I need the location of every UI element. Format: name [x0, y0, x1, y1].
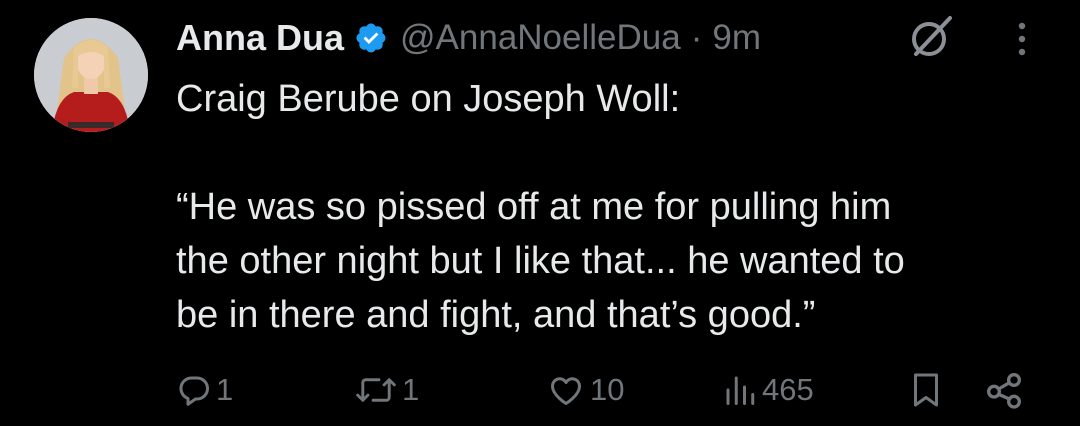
views-icon [722, 372, 758, 408]
timestamp[interactable]: 9m [712, 18, 761, 58]
repost-count: 1 [402, 372, 420, 407]
author-handle[interactable]: @AnnaNoelleDua [400, 18, 681, 58]
view-count: 465 [762, 372, 814, 407]
views-button[interactable]: 465 [722, 366, 814, 414]
separator-dot: · [690, 18, 703, 57]
reply-button[interactable]: 1 [176, 366, 233, 414]
share-button[interactable] [984, 366, 1024, 414]
tweet-text-line: Craig Berube on Joseph Woll: [176, 78, 681, 120]
repost-button[interactable]: 1 [354, 366, 419, 414]
like-button[interactable]: 10 [546, 366, 624, 414]
reply-count: 1 [216, 372, 234, 407]
bookmark-button[interactable] [908, 366, 944, 414]
repost-icon [354, 372, 398, 408]
bookmark-icon [908, 370, 944, 410]
verified-badge-icon [354, 21, 388, 55]
avatar-photo [34, 18, 148, 132]
author-name[interactable]: Anna Dua [176, 17, 344, 59]
tweet-text: Craig Berube on Joseph Woll: “He was so … [176, 72, 1056, 342]
grok-icon[interactable] [906, 12, 956, 62]
tweet-text-line: “He was so pissed off at me for pulling … [176, 186, 892, 228]
tweet-header: Anna Dua @AnnaNoelleDua · 9m [176, 14, 761, 62]
avatar[interactable] [34, 18, 148, 132]
tweet-text-line: the other night but I like that... he wa… [176, 240, 905, 282]
reply-icon [176, 372, 212, 408]
like-count: 10 [590, 372, 625, 407]
like-icon [546, 372, 586, 408]
more-options-icon[interactable] [1004, 14, 1040, 64]
tweet-text-line: be in there and fight, and that’s good.” [176, 294, 816, 336]
share-icon [984, 370, 1024, 410]
